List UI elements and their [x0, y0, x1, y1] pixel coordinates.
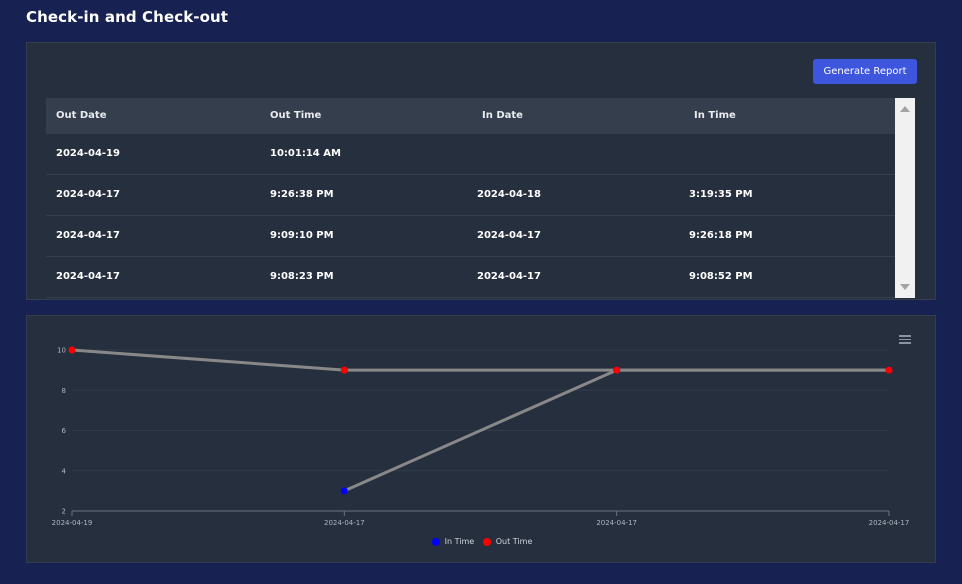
table-row: 2024-04-17 9:08:23 PM 2024-04-17 9:08:52…	[46, 257, 895, 298]
in-time-cell: 9:26:18 PM	[689, 230, 753, 241]
y-tick-label: 8	[62, 387, 66, 395]
in-time-cell: 9:08:52 PM	[689, 271, 753, 282]
legend-marker-in-time	[431, 537, 440, 546]
chart-legend: In Time Out Time	[27, 537, 937, 548]
legend-item-out-time[interactable]: Out Time	[482, 537, 533, 546]
data-point-in-time	[340, 487, 348, 495]
data-point-out-time	[613, 366, 621, 374]
column-header-out-time[interactable]: Out Time	[270, 110, 321, 121]
column-header-out-date[interactable]: Out Date	[56, 110, 107, 121]
out-date-cell: 2024-04-19	[56, 148, 120, 159]
x-tick-label: 2024-04-17	[324, 519, 365, 527]
x-tick-label: 2024-04-19	[52, 519, 93, 527]
y-tick-label: 2	[62, 508, 66, 516]
in-date-cell: 2024-04-17	[477, 271, 541, 282]
out-date-cell: 2024-04-17	[56, 189, 120, 200]
scroll-up-arrow-icon[interactable]	[900, 106, 910, 112]
column-header-in-date[interactable]: In Date	[482, 110, 523, 121]
in-date-cell: 2024-04-18	[477, 189, 541, 200]
scroll-down-arrow-icon[interactable]	[900, 284, 910, 290]
checkin-table: Out Date Out Time In Date In Time 2024-0…	[46, 98, 915, 298]
data-point-out-time	[68, 346, 76, 354]
chart-card: 2 4 6 8 10 2024-04-19 2024-04-17 2024-04-17 2024…	[26, 315, 936, 563]
series-line-out-time	[71, 348, 889, 372]
in-time-cell: 3:19:35 PM	[689, 189, 753, 200]
chart-menu-icon[interactable]	[899, 335, 911, 345]
out-time-cell: 9:26:38 PM	[270, 189, 334, 200]
line-chart: 2 4 6 8 10 2024-04-19 2024-04-17 2024-04-17 2024…	[52, 346, 910, 527]
table-row: 2024-04-19 10:01:14 AM	[46, 134, 895, 175]
out-date-cell: 2024-04-17	[56, 271, 120, 282]
out-date-cell: 2024-04-17	[56, 230, 120, 241]
checkin-table-card: Generate Report Out Date Out Time In Dat…	[26, 42, 936, 300]
out-time-cell: 10:01:14 AM	[270, 148, 341, 159]
y-tick-label: 4	[62, 467, 67, 475]
table-scrollbar[interactable]	[895, 98, 915, 298]
generate-report-button[interactable]: Generate Report	[813, 59, 917, 84]
legend-label-out-time: Out Time	[495, 537, 533, 546]
x-tick-label: 2024-04-17	[596, 519, 637, 527]
legend-item-in-time[interactable]: In Time	[431, 537, 475, 546]
y-tick-label: 6	[62, 427, 67, 435]
x-tick-label: 2024-04-17	[869, 519, 910, 527]
table-row: 2024-04-17 9:09:10 PM 2024-04-17 9:26:18…	[46, 216, 895, 257]
data-point-out-time	[340, 366, 348, 374]
out-time-cell: 9:09:10 PM	[270, 230, 334, 241]
table-header: Out Date Out Time In Date In Time	[46, 98, 895, 134]
legend-label-in-time: In Time	[444, 537, 475, 546]
legend-marker-out-time	[482, 537, 491, 546]
column-header-in-time[interactable]: In Time	[694, 110, 736, 121]
table-row: 2024-04-17 9:26:38 PM 2024-04-18 3:19:35…	[46, 175, 895, 216]
in-date-cell: 2024-04-17	[477, 230, 541, 241]
y-tick-label: 10	[57, 347, 66, 355]
out-time-cell: 9:08:23 PM	[270, 271, 334, 282]
page-title: Check-in and Check-out	[26, 8, 229, 26]
data-point-out-time	[885, 366, 893, 374]
